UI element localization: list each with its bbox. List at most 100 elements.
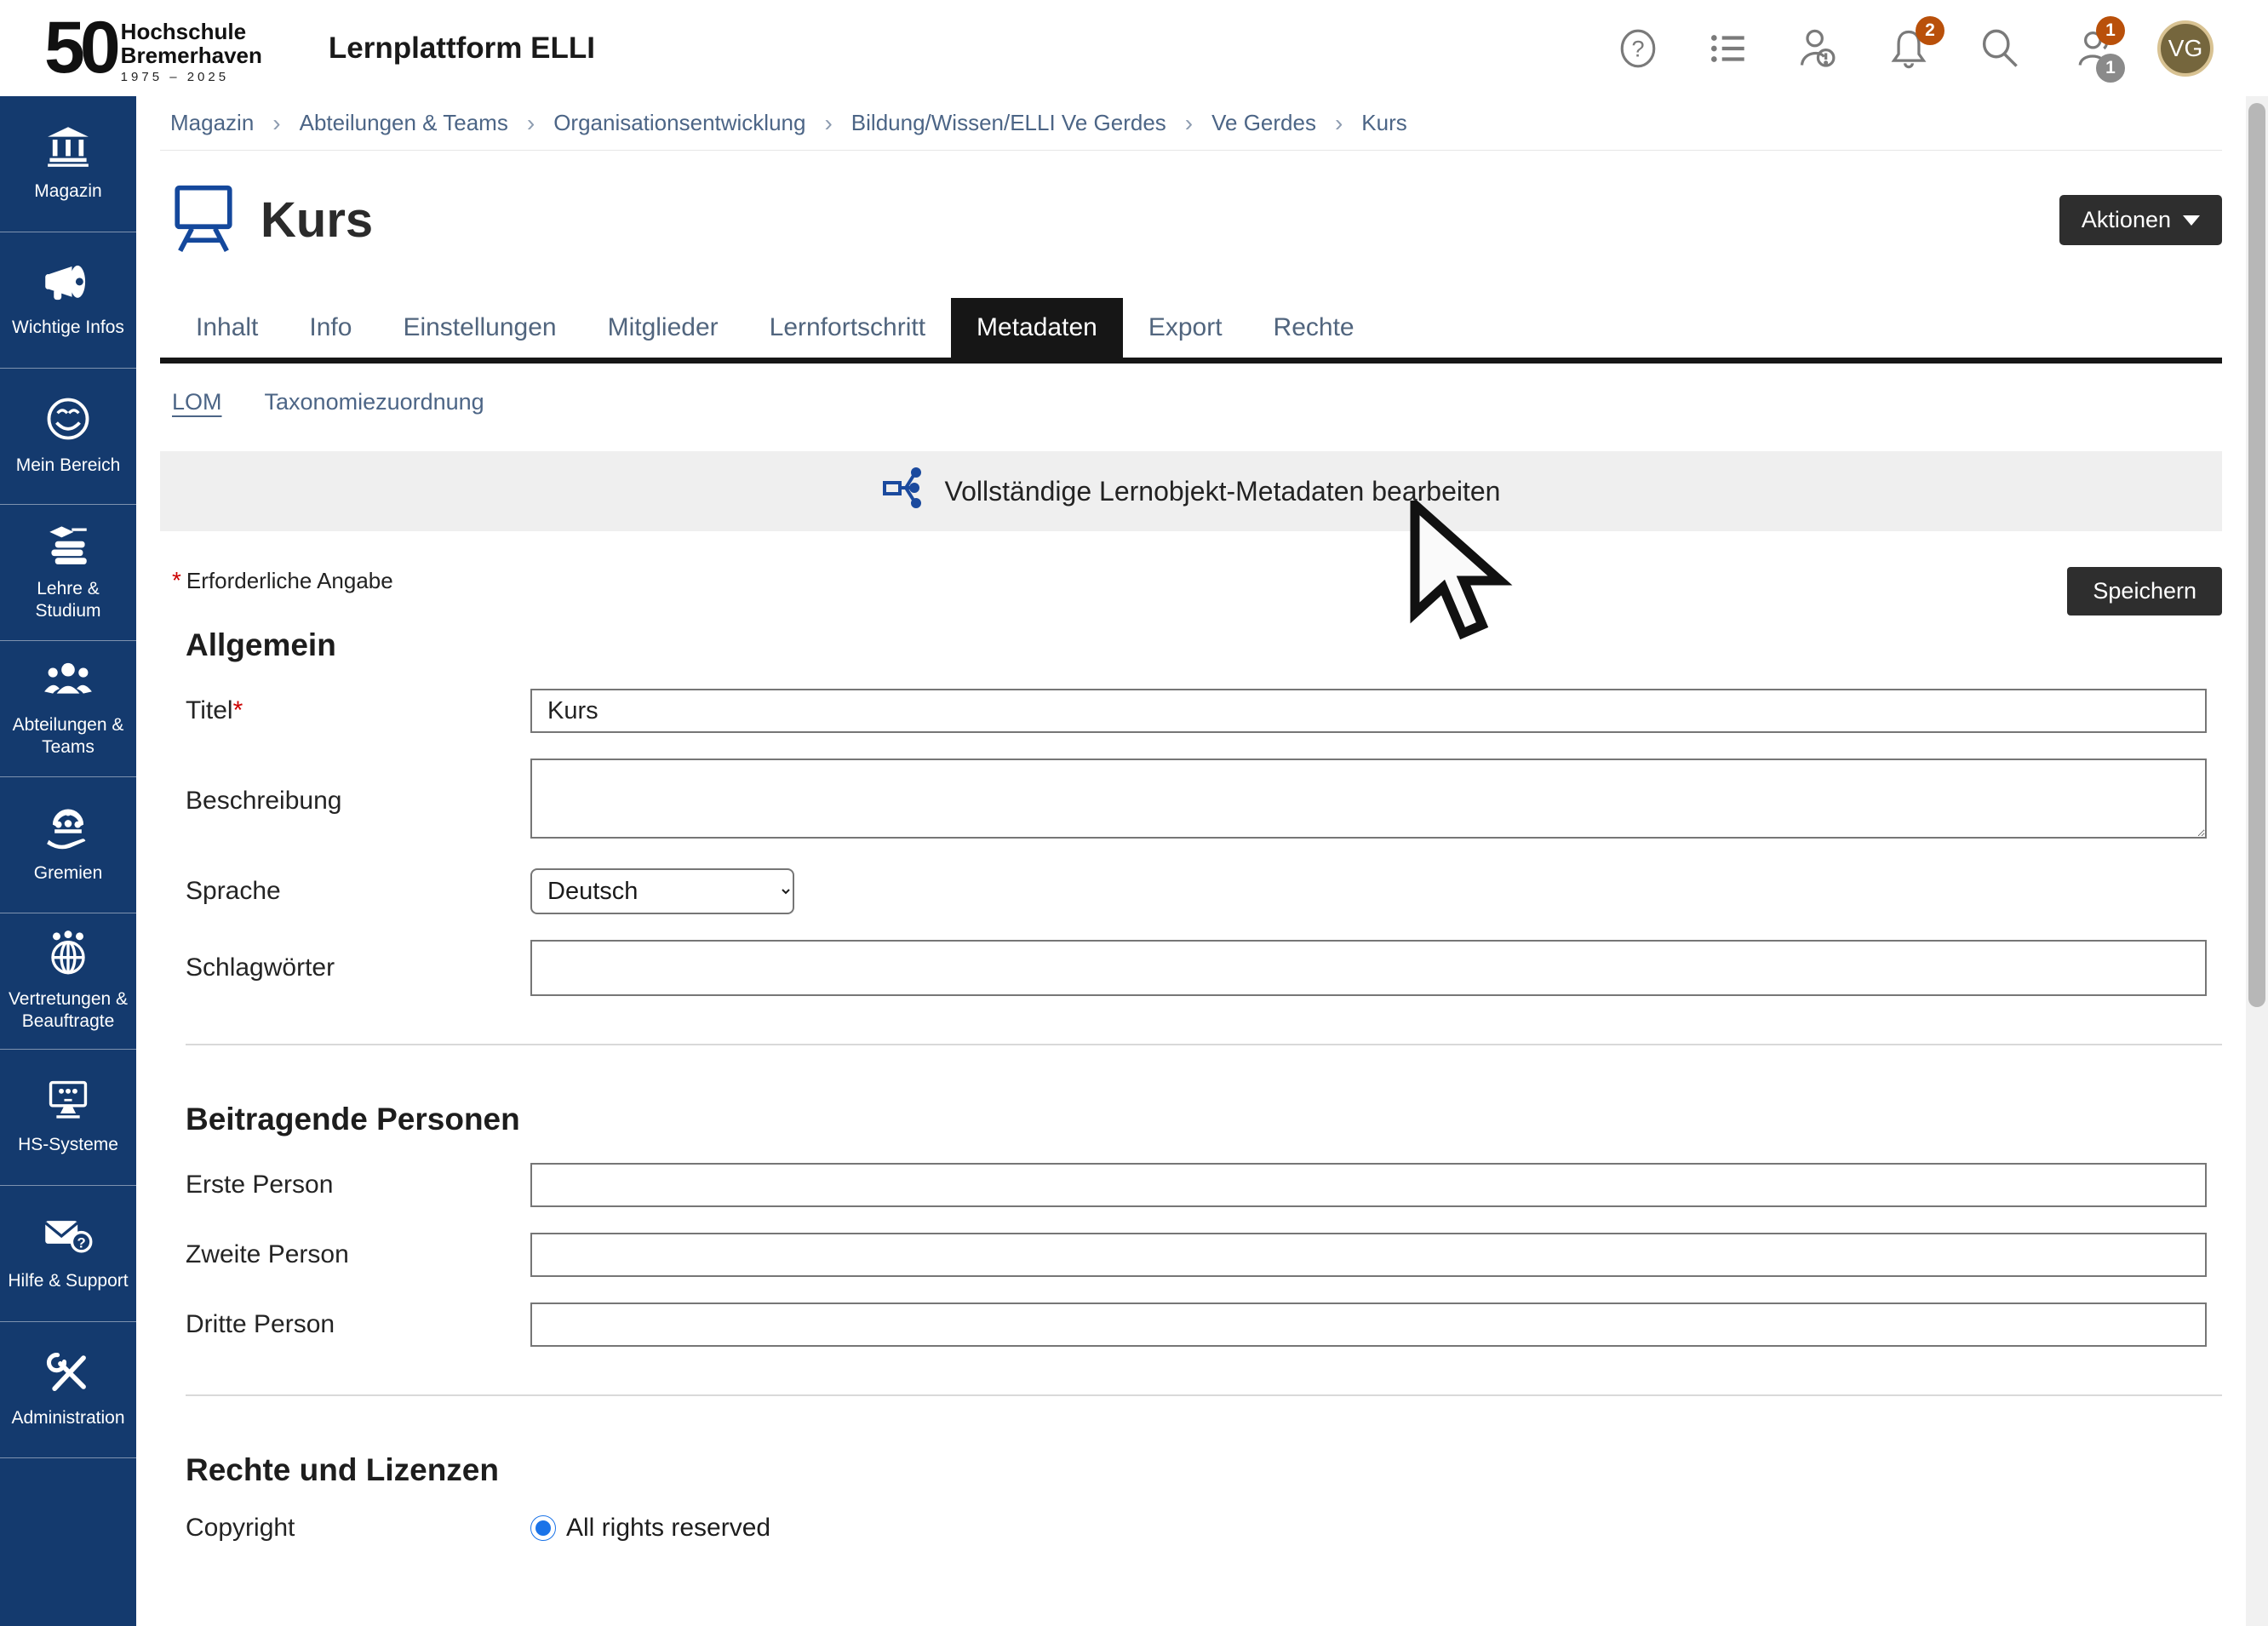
required-hint: *Erforderliche Angabe bbox=[172, 567, 393, 594]
search-icon[interactable] bbox=[1977, 26, 2021, 71]
beschreibung-textarea[interactable] bbox=[530, 759, 2207, 839]
sidebar-item-label: Lehre & Studium bbox=[3, 578, 133, 623]
section-divider bbox=[186, 1044, 2222, 1045]
breadcrumb: Magazin › Abteilungen & Teams › Organisa… bbox=[160, 96, 2222, 151]
zweite-person-input[interactable] bbox=[530, 1233, 2207, 1277]
logo-name-line2: Bremerhaven bbox=[121, 44, 262, 67]
sidebar-item-label: Administration bbox=[11, 1407, 124, 1429]
contacts-badge-bottom: 1 bbox=[2096, 54, 2125, 83]
zweite-person-label: Zweite Person bbox=[186, 1240, 530, 1269]
notifications-badge: 2 bbox=[1916, 16, 1944, 45]
chevron-right-icon: › bbox=[824, 110, 832, 137]
vertical-scrollbar[interactable] bbox=[2246, 96, 2268, 1626]
list-menu-icon[interactable] bbox=[1706, 26, 1750, 71]
sidebar-item-hs-systeme[interactable]: HS-Systeme bbox=[0, 1050, 136, 1186]
logo-50-number: 50 bbox=[44, 15, 116, 81]
tab-einstellungen[interactable]: Einstellungen bbox=[377, 298, 581, 358]
dritte-person-input[interactable] bbox=[530, 1303, 2207, 1347]
tab-rechte[interactable]: Rechte bbox=[1248, 298, 1380, 358]
app-window: 50 Hochschule Bremerhaven 1975 – 2025 Le… bbox=[0, 0, 2268, 1626]
sidebar-item-administration[interactable]: Administration bbox=[0, 1322, 136, 1458]
sidebar-item-label: Gremien bbox=[34, 862, 103, 885]
books-icon bbox=[43, 523, 93, 570]
mail-question-icon: ? bbox=[43, 1215, 93, 1262]
tab-lernfortschritt[interactable]: Lernfortschritt bbox=[744, 298, 951, 358]
copyright-radio-all-rights-reserved[interactable] bbox=[530, 1515, 556, 1541]
main-content: Magazin › Abteilungen & Teams › Organisa… bbox=[136, 96, 2268, 1626]
bank-icon bbox=[44, 125, 92, 172]
erste-person-label: Erste Person bbox=[186, 1171, 530, 1199]
scrollbar-thumb[interactable] bbox=[2248, 103, 2265, 1007]
sidebar-item-label: Wichtige Infos bbox=[12, 317, 124, 339]
sidebar-item-hilfe-support[interactable]: ? Hilfe & Support bbox=[0, 1186, 136, 1322]
tab-metadaten[interactable]: Metadaten bbox=[951, 298, 1123, 358]
contacts-icon[interactable]: 1 1 bbox=[2067, 26, 2111, 71]
user-status-icon[interactable] bbox=[1796, 26, 1841, 71]
section-heading-allgemein: Allgemein bbox=[160, 627, 2222, 663]
subtab-taxonomiezuordnung[interactable]: Taxonomiezuordnung bbox=[265, 389, 484, 419]
schlagwoerter-label: Schlagwörter bbox=[186, 953, 530, 982]
subtab-bar: LOM Taxonomiezuordnung bbox=[160, 389, 2222, 419]
sidebar-item-gremien[interactable]: Gremien bbox=[0, 777, 136, 913]
megaphone-icon bbox=[43, 261, 93, 308]
page-title: Kurs bbox=[261, 192, 373, 249]
copyright-radio-label: All rights reserved bbox=[566, 1514, 770, 1543]
section-divider bbox=[186, 1394, 2222, 1396]
avatar[interactable]: VG bbox=[2157, 20, 2214, 77]
edit-full-metadata-banner[interactable]: Vollständige Lernobjekt-Metadaten bearbe… bbox=[160, 451, 2222, 531]
hochschule-bremerhaven-logo: 50 Hochschule Bremerhaven 1975 – 2025 bbox=[44, 12, 262, 84]
chevron-right-icon: › bbox=[1185, 110, 1193, 137]
svg-text:?: ? bbox=[1631, 35, 1644, 61]
sidebar-item-label: HS-Systeme bbox=[18, 1134, 118, 1156]
sidebar-item-label: Hilfe & Support bbox=[8, 1270, 128, 1292]
sidebar-item-lehre-studium[interactable]: Lehre & Studium bbox=[0, 505, 136, 641]
people-group-icon bbox=[43, 659, 93, 706]
copyright-label: Copyright bbox=[186, 1514, 530, 1543]
sidebar-item-wichtige-infos[interactable]: Wichtige Infos bbox=[0, 232, 136, 369]
tab-info[interactable]: Info bbox=[284, 298, 377, 358]
subtab-lom[interactable]: LOM bbox=[172, 389, 222, 419]
sidebar-item-mein-bereich[interactable]: Mein Bereich bbox=[0, 369, 136, 505]
sidebar-item-vertretungen-beauftragte[interactable]: Vertretungen & Beauftragte bbox=[0, 913, 136, 1050]
breadcrumb-item-kurs[interactable]: Kurs bbox=[1361, 110, 1406, 136]
sidebar-item-label: Magazin bbox=[34, 180, 101, 203]
contacts-badge-top: 1 bbox=[2096, 16, 2125, 45]
breadcrumb-item-bildung-wissen[interactable]: Bildung/Wissen/ELLI Ve Gerdes bbox=[851, 110, 1166, 136]
committee-icon bbox=[44, 805, 92, 854]
banner-label: Vollständige Lernobjekt-Metadaten bearbe… bbox=[945, 476, 1501, 507]
chevron-right-icon: › bbox=[272, 110, 280, 137]
sidebar-item-magazin[interactable]: Magazin bbox=[0, 96, 136, 232]
sprache-select[interactable]: Deutsch bbox=[530, 868, 794, 914]
help-icon[interactable]: ? bbox=[1616, 26, 1660, 71]
titel-input[interactable] bbox=[530, 689, 2207, 733]
breadcrumb-item-magazin[interactable]: Magazin bbox=[170, 110, 254, 136]
notifications-bell-icon[interactable]: 2 bbox=[1887, 26, 1931, 71]
actions-button[interactable]: Aktionen bbox=[2059, 195, 2222, 245]
breadcrumb-item-abteilungen-teams[interactable]: Abteilungen & Teams bbox=[300, 110, 508, 136]
logo-years: 1975 – 2025 bbox=[121, 70, 262, 84]
tab-export[interactable]: Export bbox=[1123, 298, 1248, 358]
save-button[interactable]: Speichern bbox=[2067, 567, 2222, 615]
sprache-label: Sprache bbox=[186, 877, 530, 906]
tab-inhalt[interactable]: Inhalt bbox=[170, 298, 284, 358]
smiley-icon bbox=[45, 396, 91, 446]
schlagwoerter-input[interactable] bbox=[530, 940, 2207, 996]
logo-name-line1: Hochschule bbox=[121, 20, 262, 43]
sidebar-item-abteilungen-teams[interactable]: Abteilungen & Teams bbox=[0, 641, 136, 777]
breadcrumb-item-ve-gerdes[interactable]: Ve Gerdes bbox=[1211, 110, 1316, 136]
erste-person-input[interactable] bbox=[530, 1163, 2207, 1207]
chevron-right-icon: › bbox=[1335, 110, 1343, 137]
breadcrumb-item-organisationsentwicklung[interactable]: Organisationsentwicklung bbox=[553, 110, 805, 136]
monitor-icon bbox=[44, 1079, 92, 1125]
metadata-tree-icon bbox=[882, 466, 926, 517]
sidebar-item-label: Mein Bereich bbox=[16, 455, 121, 477]
svg-text:?: ? bbox=[77, 1234, 86, 1251]
section-heading-beitragende-personen: Beitragende Personen bbox=[160, 1102, 2222, 1137]
dritte-person-label: Dritte Person bbox=[186, 1310, 530, 1339]
chevron-right-icon: › bbox=[527, 110, 535, 137]
caret-down-icon bbox=[2183, 215, 2200, 226]
tab-mitglieder[interactable]: Mitglieder bbox=[582, 298, 744, 358]
main-sidebar: Magazin Wichtige Infos Mein Bereich Lehr… bbox=[0, 96, 136, 1626]
sidebar-item-label: Vertretungen & Beauftragte bbox=[3, 988, 133, 1033]
tab-bar: Inhalt Info Einstellungen Mitglieder Ler… bbox=[160, 298, 2222, 364]
